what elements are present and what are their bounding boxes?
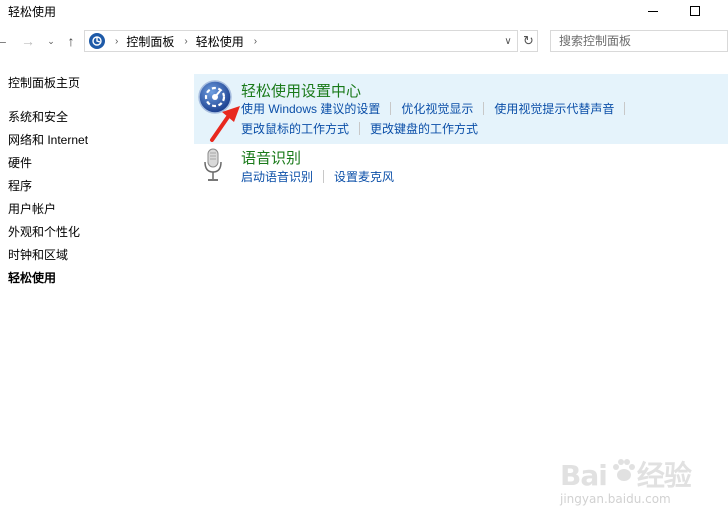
baidu-watermark: Bai 经验 jingyan.baidu.com	[556, 452, 696, 518]
maximize-button[interactable]	[672, 0, 718, 22]
sidebar-item-system-security[interactable]: 系统和安全	[8, 108, 68, 125]
arrow-right-icon: →	[21, 33, 35, 49]
search-input[interactable]	[551, 34, 727, 48]
up-button[interactable]: ↑	[63, 32, 79, 50]
link-separator	[390, 102, 392, 115]
category-links-row: 更改鼠标的工作方式 更改键盘的工作方式	[241, 120, 478, 137]
sidebar-item-appearance[interactable]: 外观和个性化	[8, 223, 80, 240]
sidebar-item-network[interactable]: 网络和 Internet	[8, 131, 88, 148]
microphone-icon[interactable]	[202, 148, 224, 185]
category-title-speech-recognition[interactable]: 语音识别	[241, 147, 301, 168]
address-dropdown-button[interactable]: ∨	[501, 34, 515, 48]
link-windows-recommended-settings[interactable]: 使用 Windows 建议的设置	[241, 100, 380, 117]
recent-locations-button[interactable]: ⌄	[44, 32, 58, 50]
category-speech-recognition: 语音识别 启动语音识别 设置麦克风	[194, 146, 728, 190]
chevron-right-icon[interactable]: ›	[254, 36, 257, 47]
link-separator	[624, 102, 626, 115]
link-visual-alternatives-for-sounds[interactable]: 使用视觉提示代替声音	[494, 100, 614, 117]
category-ease-of-access-center: 轻松使用设置中心 使用 Windows 建议的设置 优化视觉显示 使用视觉提示代…	[194, 74, 728, 144]
title-bar: 轻松使用	[0, 0, 728, 22]
watermark-url: jingyan.baidu.com	[560, 492, 671, 506]
paw-icon	[613, 459, 635, 481]
link-separator	[323, 170, 325, 183]
chevron-down-icon: ⌄	[47, 35, 55, 46]
search-box[interactable]	[550, 30, 728, 52]
breadcrumb-control-panel[interactable]: 控制面板	[126, 33, 174, 50]
link-separator	[359, 122, 361, 135]
window-title: 轻松使用	[8, 5, 57, 19]
sidebar-home-link[interactable]: 控制面板主页	[8, 74, 80, 91]
link-change-mouse-settings[interactable]: 更改鼠标的工作方式	[241, 120, 349, 137]
back-button[interactable]: –	[0, 32, 8, 50]
maximize-icon	[690, 6, 700, 16]
navigation-bar: – → ⌄ ↑ › 控制面板 › 轻松使用 › ∨ ↻	[0, 28, 728, 54]
breadcrumb-ease-of-access[interactable]: 轻松使用	[196, 33, 244, 50]
address-bar[interactable]: › 控制面板 › 轻松使用 › ∨	[84, 30, 518, 52]
sidebar-item-clock-region[interactable]: 时钟和区域	[8, 246, 68, 263]
annotation-arrow-icon	[210, 106, 240, 142]
minimize-button[interactable]	[630, 0, 676, 22]
control-panel-icon	[89, 33, 105, 49]
refresh-button[interactable]: ↻	[520, 30, 538, 52]
chevron-right-icon[interactable]: ›	[184, 36, 187, 47]
chevron-down-icon: ∨	[504, 35, 512, 47]
category-links-row: 启动语音识别 设置麦克风	[241, 168, 394, 185]
link-separator	[483, 102, 485, 115]
refresh-icon: ↻	[523, 33, 534, 48]
arrow-left-icon: –	[0, 33, 6, 49]
link-optimize-visual-display[interactable]: 优化视觉显示	[401, 100, 473, 117]
forward-button[interactable]: →	[18, 32, 38, 50]
sidebar-item-user-accounts[interactable]: 用户帐户	[8, 200, 56, 217]
sidebar-item-ease-of-access[interactable]: 轻松使用	[8, 269, 56, 286]
sidebar-item-hardware[interactable]: 硬件	[8, 154, 32, 171]
link-change-keyboard-settings[interactable]: 更改键盘的工作方式	[370, 120, 478, 137]
arrow-up-icon: ↑	[67, 33, 75, 49]
link-set-up-microphone[interactable]: 设置麦克风	[334, 168, 394, 185]
sidebar-item-programs[interactable]: 程序	[8, 177, 32, 194]
minimize-icon	[648, 10, 658, 12]
category-title-ease-of-access-center[interactable]: 轻松使用设置中心	[241, 80, 361, 101]
category-links-row: 使用 Windows 建议的设置 优化视觉显示 使用视觉提示代替声音	[241, 100, 635, 117]
link-start-speech-recognition[interactable]: 启动语音识别	[241, 168, 313, 185]
chevron-right-icon: ›	[115, 35, 119, 47]
